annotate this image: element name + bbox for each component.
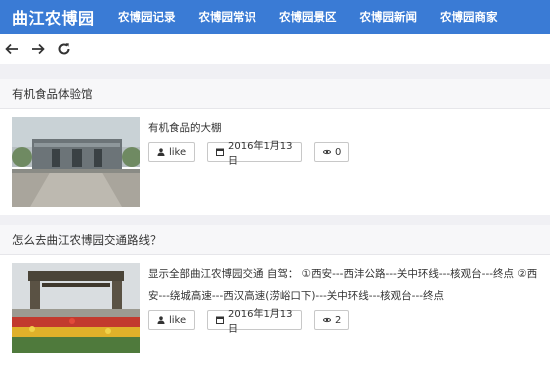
site-brand[interactable]: 曲江农博园 bbox=[12, 5, 118, 29]
nav-item-merchants[interactable]: 农博园商家 bbox=[440, 9, 498, 25]
article-thumbnail[interactable] bbox=[12, 117, 140, 207]
main-nav: 农博园记录 农博园常识 农博园景区 农博园新闻 农博园商家 bbox=[118, 9, 521, 25]
calendar-icon bbox=[216, 148, 224, 156]
article-info: 有机食品的大棚 like 2016年1月13日 0 bbox=[148, 117, 538, 207]
article-date: 2016年1月13日 bbox=[228, 141, 293, 167]
arrow-right-icon[interactable] bbox=[28, 39, 48, 59]
content-top-gap bbox=[0, 64, 550, 79]
user-icon bbox=[157, 316, 165, 324]
views-button[interactable]: 2 bbox=[314, 310, 349, 330]
article-description: 有机食品的大棚 bbox=[148, 122, 222, 134]
article-body: 显示全部曲江农博园交通 自驾： ①西安---西沣公路---关中环线---核观台-… bbox=[0, 255, 550, 361]
article-info: 显示全部曲江农博园交通 自驾： ①西安---西沣公路---关中环线---核观台-… bbox=[148, 263, 538, 353]
arrow-left-icon[interactable] bbox=[2, 39, 22, 59]
nav-item-news[interactable]: 农博园新闻 bbox=[360, 9, 418, 25]
article-actions: like 2016年1月13日 0 bbox=[148, 141, 538, 167]
nav-item-knowledge[interactable]: 农博园常识 bbox=[199, 9, 257, 25]
like-label: like bbox=[169, 314, 187, 326]
nav-item-records[interactable]: 农博园记录 bbox=[118, 9, 176, 25]
article-body: 有机食品的大棚 like 2016年1月13日 0 bbox=[0, 109, 550, 215]
eye-icon bbox=[323, 148, 331, 156]
like-button[interactable]: like bbox=[148, 310, 195, 330]
nav-item-scenic[interactable]: 农博园景区 bbox=[279, 9, 337, 25]
date-button[interactable]: 2016年1月13日 bbox=[207, 309, 302, 335]
refresh-icon[interactable] bbox=[54, 39, 74, 59]
eye-icon bbox=[323, 316, 331, 324]
article-card: 怎么去曲江农博园交通路线？ 显示全部曲江农博园交通 自驾： ①西安---西沣公路… bbox=[0, 225, 550, 361]
browser-toolbar bbox=[0, 34, 550, 64]
views-button[interactable]: 0 bbox=[314, 142, 349, 162]
like-button[interactable]: like bbox=[148, 142, 195, 162]
article-title[interactable]: 怎么去曲江农博园交通路线？ bbox=[0, 225, 550, 255]
article-title[interactable]: 有机食品体验馆 bbox=[0, 79, 550, 109]
views-count: 2 bbox=[335, 314, 342, 326]
article-description: 显示全部曲江农博园交通 自驾： ①西安---西沣公路---关中环线---核观台-… bbox=[148, 268, 538, 302]
views-count: 0 bbox=[335, 146, 342, 158]
calendar-icon bbox=[216, 316, 224, 324]
card-divider bbox=[0, 215, 550, 225]
article-thumbnail[interactable] bbox=[12, 263, 140, 353]
date-button[interactable]: 2016年1月13日 bbox=[207, 141, 302, 167]
top-navbar: 曲江农博园 农博园记录 农博园常识 农博园景区 农博园新闻 农博园商家 bbox=[0, 0, 550, 34]
article-date: 2016年1月13日 bbox=[228, 309, 293, 335]
article-card: 有机食品体验馆 有机食品的大棚 like 2016年1月13日 0 bbox=[0, 79, 550, 215]
article-actions: like 2016年1月13日 2 bbox=[148, 309, 538, 335]
like-label: like bbox=[169, 146, 187, 158]
user-icon bbox=[157, 148, 165, 156]
